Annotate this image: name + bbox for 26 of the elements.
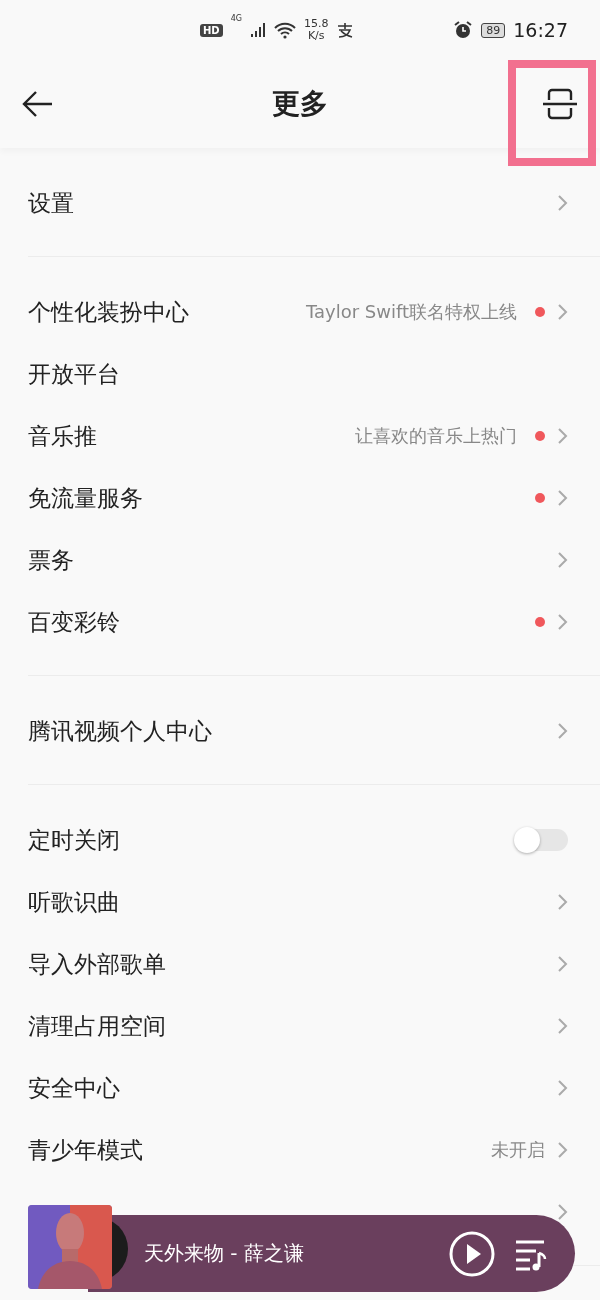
menu-item-label[interactable]: 安全中心 — [28, 1072, 545, 1104]
menu-item-label[interactable]: 设置 — [28, 187, 545, 219]
menu-item-detail: 让喜欢的音乐上热门 — [355, 424, 517, 448]
menu-item-label[interactable]: 定时关闭 — [28, 824, 504, 856]
menu-item-detail: Taylor Swift联名特权上线 — [305, 300, 517, 324]
menu-item-label[interactable]: 清理占用空间 — [28, 1010, 545, 1042]
menu-item-label[interactable]: 免流量服务 — [28, 482, 517, 514]
mini-player-bar[interactable]: 天外来物 - 薛之谦 — [88, 1215, 575, 1292]
menu-item-label[interactable]: 听歌识曲 — [28, 886, 545, 918]
now-playing-title: 天外来物 - 薛之谦 — [144, 1240, 305, 1267]
menu-item-label[interactable]: 青少年模式 — [28, 1134, 479, 1166]
battery-level: 89 — [481, 22, 506, 38]
page-title: 更多 — [272, 86, 328, 122]
menu-item-label[interactable]: 票务 — [28, 544, 545, 576]
hd-indicator: HD — [200, 23, 223, 37]
network-speed: 15.8 — [303, 18, 329, 30]
menu-item-label[interactable]: 音乐推 — [28, 420, 343, 452]
speed-unit: K/s — [307, 30, 325, 42]
menu-item-label[interactable]: 导入外部歌单 — [28, 948, 545, 980]
menu-item-label[interactable]: 腾讯视频个人中心 — [28, 715, 545, 747]
menu-item-detail: 未开启 — [491, 1138, 545, 1162]
menu-item-label[interactable]: 百变彩铃 — [28, 606, 517, 638]
clock-time: 16:27 — [513, 19, 568, 41]
network-type: 4G — [230, 14, 242, 23]
menu-item-label[interactable]: 个性化装扮中心 — [28, 296, 294, 328]
menu-item-label[interactable]: 开放平台 — [28, 358, 568, 390]
